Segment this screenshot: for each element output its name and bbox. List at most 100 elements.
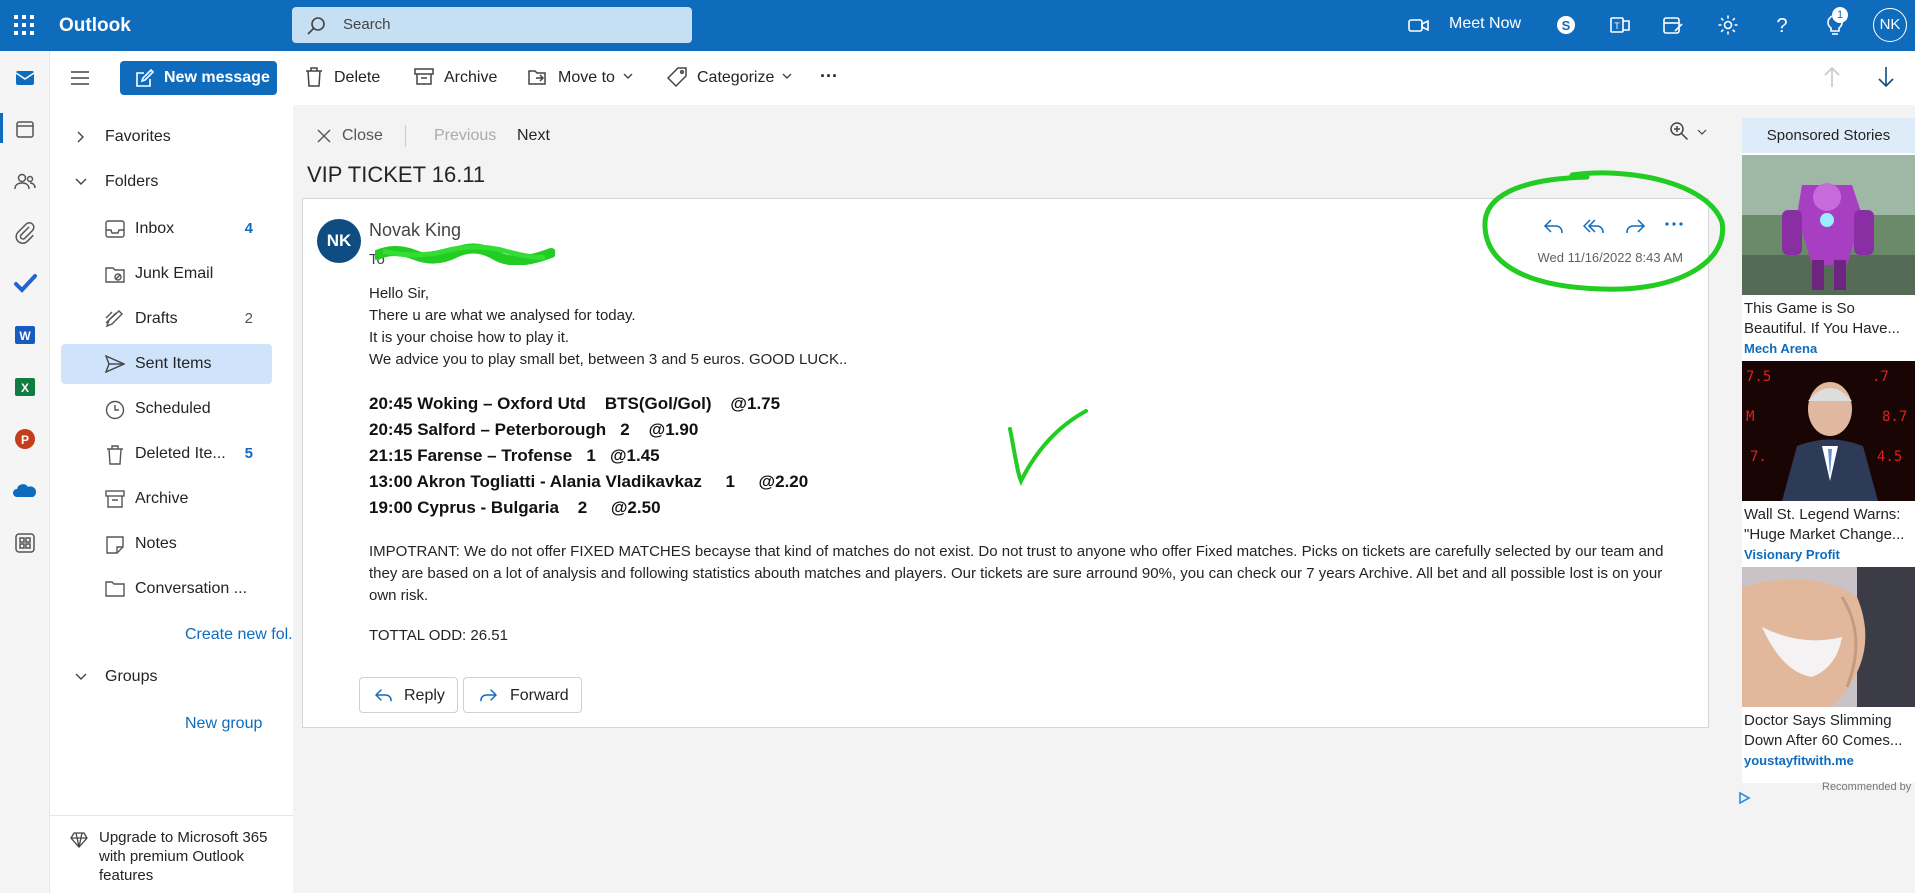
folder-icon (105, 580, 125, 598)
folder-deleted-items[interactable]: Deleted Ite... 5 (61, 434, 272, 474)
my-day-icon[interactable] (1661, 13, 1685, 37)
calendar-icon[interactable] (11, 115, 39, 143)
sponsored-stories: Sponsored Stories This Game is So Beauti… (1742, 118, 1915, 793)
folder-scheduled[interactable]: Scheduled (61, 389, 272, 429)
close-icon (317, 129, 331, 143)
video-icon[interactable] (1407, 13, 1431, 37)
ad-image-body[interactable] (1742, 567, 1915, 707)
todo-icon[interactable] (11, 269, 39, 297)
more-actions-button[interactable]: ··· (818, 66, 848, 90)
account-avatar[interactable]: NK (1873, 8, 1907, 42)
app-rail: W X P (0, 51, 50, 893)
archive-icon (105, 490, 125, 508)
previous-button[interactable]: Previous (434, 127, 496, 145)
pencil-icon (105, 310, 125, 328)
files-icon[interactable] (11, 219, 39, 247)
zoom-icon[interactable] (1668, 121, 1710, 143)
people-icon[interactable] (11, 167, 39, 195)
ad-title[interactable]: Wall St. Legend Warns: "Huge Market Chan… (1744, 505, 1915, 545)
note-icon (105, 535, 125, 555)
ad-source[interactable]: Visionary Profit (1744, 547, 1840, 562)
arrow-up-icon[interactable] (1823, 66, 1841, 88)
svg-text:W: W (19, 329, 31, 343)
diamond-icon (70, 832, 88, 848)
upgrade-banner[interactable]: Upgrade to Microsoft 365 with premium Ou… (50, 815, 293, 893)
folder-sent-items[interactable]: Sent Items (61, 344, 272, 384)
sender-avatar[interactable]: NK (317, 219, 361, 263)
svg-text:S: S (1562, 18, 1571, 33)
skype-icon[interactable]: S (1554, 13, 1578, 37)
forward-button[interactable]: Forward (463, 677, 582, 713)
clock-icon (105, 400, 125, 420)
folder-junk-email[interactable]: Junk Email (61, 254, 272, 294)
categorize-button[interactable]: Categorize (666, 66, 796, 90)
svg-text:X: X (21, 381, 29, 395)
ad-source[interactable]: Mech Arena (1744, 341, 1817, 356)
powerpoint-icon[interactable]: P (11, 425, 39, 453)
new-group-link[interactable]: New group (185, 715, 262, 733)
folder-notes[interactable]: Notes (61, 524, 272, 564)
command-toolbar: New message Delete Archive Move to Categ… (50, 51, 1915, 105)
trash-icon (304, 66, 324, 88)
folder-inbox[interactable]: Inbox 4 (61, 209, 272, 249)
teams-icon[interactable]: T (1608, 13, 1632, 37)
draft-count: 2 (244, 310, 253, 327)
ad-source[interactable]: youstayfitwith.me (1744, 753, 1854, 768)
junk-icon (105, 265, 125, 283)
excel-icon[interactable]: X (11, 373, 39, 401)
search-input[interactable]: Search (343, 16, 391, 33)
move-to-button[interactable]: Move to (527, 66, 637, 90)
folder-drafts[interactable]: Drafts 2 (61, 299, 272, 339)
message-card: NK Novak King To Wed 11/16/2022 8:43 AM (302, 170, 1726, 728)
trash-icon (105, 445, 125, 465)
delete-button[interactable]: Delete (304, 66, 384, 90)
word-icon[interactable]: W (11, 321, 39, 349)
recommended-by-label: Recommended by (1822, 781, 1912, 793)
body-line: There u are what we analysed for today. (369, 307, 636, 324)
folder-pane: Favorites Folders Inbox 4 Junk Email Dra… (50, 105, 302, 893)
top-bar: Outlook Search Meet Now S T ? 1 NK (0, 0, 1915, 51)
waffle-icon[interactable] (13, 14, 35, 36)
create-new-folder-link[interactable]: Create new fol... (185, 626, 302, 644)
archive-button[interactable]: Archive (414, 66, 504, 90)
app-title[interactable]: Outlook (59, 15, 131, 37)
chevron-down-icon (75, 671, 87, 681)
inbox-icon (105, 220, 125, 238)
folder-archive[interactable]: Archive (61, 479, 272, 519)
ad-image-robot[interactable] (1742, 155, 1915, 295)
mail-icon[interactable] (11, 64, 39, 92)
new-message-label: New message (164, 69, 270, 86)
onedrive-icon[interactable] (11, 477, 39, 505)
search-box[interactable]: Search (292, 7, 692, 43)
next-button[interactable]: Next (517, 127, 550, 145)
redaction-scribble (375, 243, 555, 265)
svg-text:7.5: 7.5 (1746, 369, 1771, 385)
forward-icon (478, 687, 498, 703)
folder-conversation-history[interactable]: Conversation ... (61, 569, 272, 609)
sender-name[interactable]: Novak King (369, 220, 461, 241)
reply-button[interactable]: Reply (359, 677, 458, 713)
svg-text:T: T (1614, 21, 1620, 31)
adchoices-icon[interactable] (1737, 791, 1751, 805)
important-notice: IMPOTRANT: We do not offer FIXED MATCHES… (369, 543, 1664, 604)
svg-text:?: ? (1776, 15, 1787, 37)
pick-line: 19:00 Cyprus - Bulgaria 2 @2.50 (369, 498, 661, 517)
chevron-right-icon (75, 131, 85, 143)
chevron-down-icon (75, 176, 87, 186)
svg-text:4.5: 4.5 (1877, 449, 1902, 465)
meet-now-button[interactable]: Meet Now (1449, 15, 1521, 33)
divider (405, 125, 406, 147)
ad-title[interactable]: This Game is So Beautiful. If You Have..… (1744, 299, 1915, 339)
gear-icon[interactable] (1716, 13, 1740, 37)
svg-text:P: P (21, 433, 29, 447)
new-message-button[interactable]: New message (120, 61, 277, 95)
ad-image-man[interactable]: 7.5 .7 M 8.7 7. 4.5 (1742, 361, 1915, 501)
ad-title[interactable]: Doctor Says Slimming Down After 60 Comes… (1744, 711, 1915, 751)
hamburger-icon[interactable] (71, 71, 89, 85)
arrow-down-icon[interactable] (1877, 66, 1895, 88)
apps-icon[interactable] (11, 529, 39, 557)
help-icon[interactable]: ? (1770, 13, 1794, 37)
body-line: We advice you to play small bet, between… (369, 351, 848, 368)
archive-icon (414, 66, 434, 86)
chevron-down-icon (782, 72, 792, 80)
